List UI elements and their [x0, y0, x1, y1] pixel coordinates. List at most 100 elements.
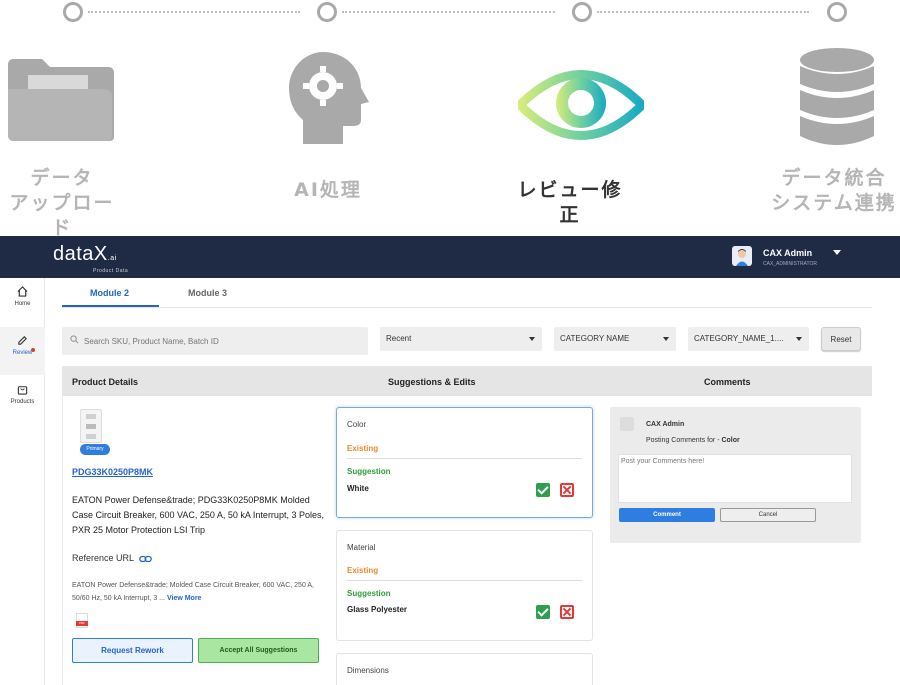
step-connector: [597, 11, 809, 13]
reject-x-icon[interactable]: [560, 483, 574, 497]
category-select-2[interactable]: CATEGORY_NAME_1....: [688, 327, 809, 351]
reject-x-icon[interactable]: [560, 605, 574, 619]
user-name[interactable]: CAX Admin: [763, 248, 812, 258]
sidebar-item-label: Review: [12, 350, 33, 356]
step-label-line: システム連携: [771, 192, 897, 214]
bag-icon: [17, 386, 28, 395]
step-connector: [342, 11, 555, 13]
review-app: dataX.ai Product Data CAX Admin CAX_ADMI…: [0, 236, 900, 685]
reset-button[interactable]: Reset: [821, 327, 861, 351]
suggestion-value: White: [347, 484, 369, 493]
suggestion-card-dimensions[interactable]: Dimensions: [336, 653, 593, 685]
reference-url-label: Reference URL: [72, 553, 134, 563]
chevron-down-icon[interactable]: [833, 250, 841, 255]
search-box: [62, 327, 368, 355]
folder-icon: [8, 59, 114, 141]
category-select-2-value: CATEGORY_NAME_1....: [694, 334, 784, 343]
user-role: CAX_ADMINISTRATOR: [763, 261, 817, 267]
pdf-label: PDF: [76, 621, 88, 626]
step-dot-4: [827, 2, 847, 22]
comment-author: CAX Admin: [646, 421, 685, 428]
caret-down-icon: [796, 337, 802, 341]
suggestion-card-material[interactable]: Material Existing Suggestion Glass Polye…: [336, 530, 593, 641]
caret-down-icon: [529, 337, 535, 341]
posting-prefix: Posting Comments for -: [646, 437, 722, 444]
pdf-icon[interactable]: PDF: [76, 613, 88, 628]
attribute-name: Color: [347, 420, 367, 429]
step-label-review: レビュー修正: [508, 178, 632, 228]
column-header-product: Product Details: [72, 377, 139, 387]
sku-link[interactable]: PDG33K0250P8MK: [72, 467, 153, 477]
sidebar-item-products[interactable]: Products: [0, 376, 45, 424]
logo-subtitle: Product Data: [93, 268, 129, 274]
comment-panel: CAX Admin Posting Comments for - Color C…: [610, 407, 861, 543]
notification-dot: [31, 348, 35, 352]
step-label-line: レビュー修正: [517, 179, 623, 226]
reference-url[interactable]: Reference URL: [72, 553, 153, 563]
product-title: EATON Power Defense&trade; PDG33K0250P8M…: [72, 495, 324, 535]
card-divider: [347, 458, 582, 459]
request-rework-button[interactable]: Request Rework: [72, 638, 193, 663]
pencil-icon: [18, 336, 27, 345]
step-label-line: AI処理: [294, 179, 362, 201]
search-icon: [70, 335, 79, 344]
side-nav: Home Review Products: [0, 278, 45, 685]
comment-input[interactable]: [618, 454, 852, 503]
view-more-link[interactable]: View More: [167, 595, 202, 602]
column-divider: [62, 396, 63, 685]
suggestion-label: Suggestion: [347, 467, 391, 476]
column-header-suggestions: Suggestions & Edits: [388, 377, 476, 387]
search-input[interactable]: [82, 327, 362, 355]
sort-select[interactable]: Recent: [380, 327, 542, 351]
comment-button[interactable]: Comment: [619, 508, 715, 522]
primary-badge: Primary: [80, 444, 110, 455]
suggestion-value: Glass Polyester: [347, 605, 408, 614]
suggestion-label: Suggestion: [347, 589, 391, 598]
existing-label: Existing: [347, 444, 379, 453]
tab-module-3[interactable]: Module 3: [188, 288, 227, 298]
step-label-line: データ: [30, 167, 94, 189]
database-icon: [800, 48, 874, 145]
logo-ai: .ai: [107, 255, 117, 262]
avatar[interactable]: [732, 246, 752, 266]
step-dot-2: [317, 2, 337, 22]
eye-icon: [518, 70, 644, 140]
cancel-button[interactable]: Cancel: [720, 508, 816, 522]
top-navbar: dataX.ai Product Data CAX Admin CAX_ADMI…: [0, 236, 900, 278]
step-label-ai: AI処理: [266, 178, 390, 203]
link-icon[interactable]: [139, 555, 153, 563]
sidebar-item-review[interactable]: Review: [0, 327, 45, 375]
tab-divider: [62, 307, 872, 308]
app-logo[interactable]: dataX.ai Product Data: [53, 243, 128, 274]
accept-check-icon[interactable]: [536, 605, 550, 619]
accept-all-suggestions-button[interactable]: Accept All Suggestions: [198, 638, 319, 663]
step-connector: [88, 11, 300, 13]
sidebar-item-label: Home: [14, 301, 31, 307]
step-dot-3: [572, 2, 592, 22]
suggestion-card-color[interactable]: Color Existing Suggestion White: [336, 407, 593, 518]
caret-down-icon: [663, 337, 669, 341]
step-label-upload: データ アップロード: [0, 166, 124, 241]
card-divider: [347, 580, 582, 581]
posting-for-label: Posting Comments for - Color: [646, 437, 740, 444]
tab-module-2[interactable]: Module 2: [90, 288, 129, 298]
attribute-name: Material: [347, 543, 376, 552]
product-thumbnail[interactable]: [80, 409, 102, 443]
attribute-name: Dimensions: [347, 666, 389, 675]
sidebar-item-label: Products: [10, 399, 35, 405]
sidebar-item-home[interactable]: Home: [0, 278, 45, 326]
step-dot-1: [63, 2, 83, 22]
sort-select-value: Recent: [386, 334, 412, 343]
ai-head-gear-icon: [289, 52, 369, 144]
step-label-line: アップロード: [9, 192, 115, 239]
step-label-integration: データ統合 システム連携: [768, 166, 900, 216]
category-select[interactable]: CATEGORY NAME: [554, 327, 676, 351]
product-short-description: EATON Power Defense&trade; Molded Case C…: [72, 579, 332, 605]
accept-check-icon[interactable]: [536, 483, 550, 497]
step-label-line: データ統合: [781, 167, 887, 189]
table-header: Product Details Suggestions & Edits Comm…: [62, 366, 872, 396]
posting-attribute: Color: [721, 437, 740, 444]
category-select-value: CATEGORY NAME: [560, 334, 630, 343]
column-header-comments: Comments: [704, 377, 751, 387]
existing-label: Existing: [347, 566, 379, 575]
